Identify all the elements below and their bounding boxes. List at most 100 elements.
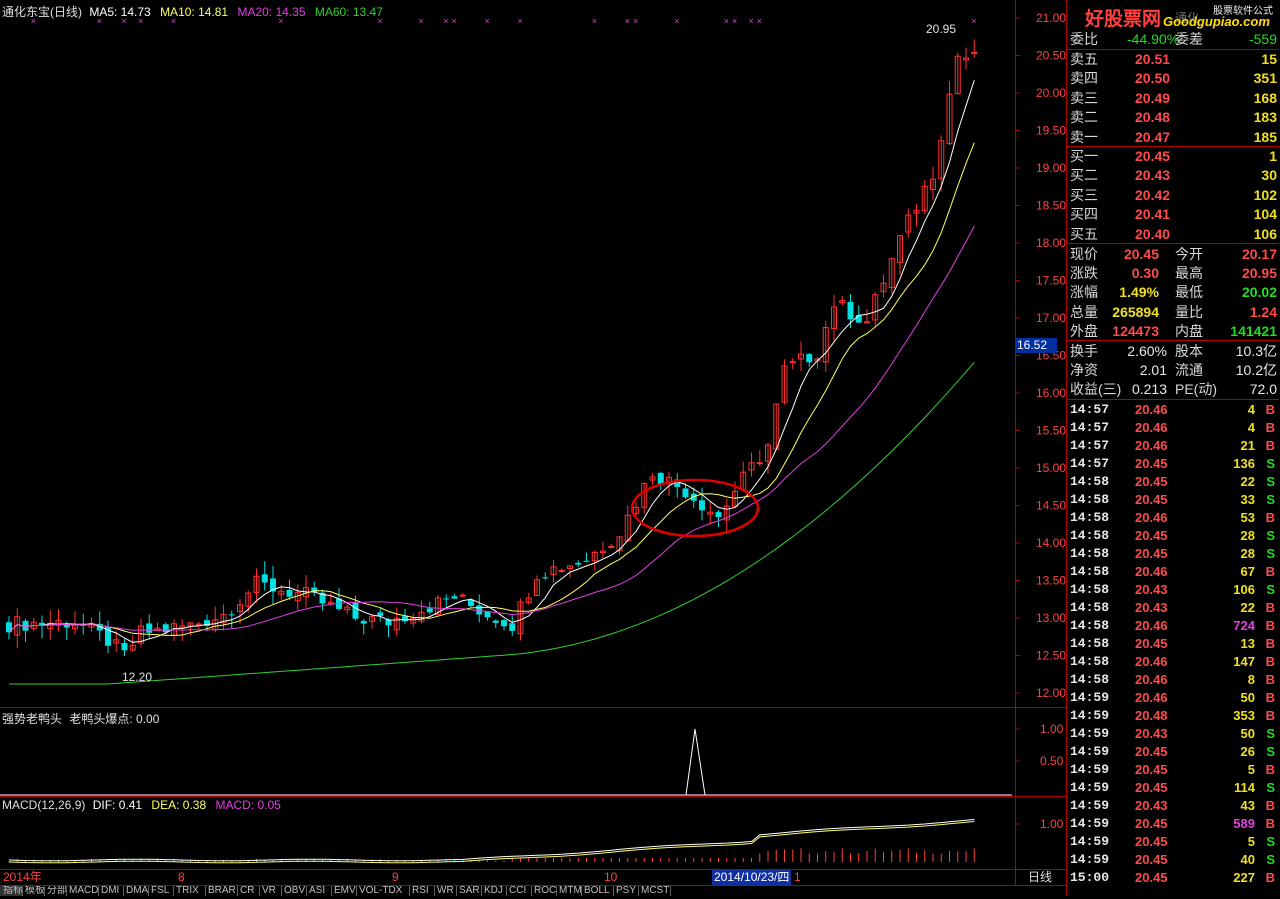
buy-level: 买四 20.41 104: [1069, 205, 1279, 223]
quote-value: 20.02: [1241, 284, 1277, 301]
quote-value: 20.17: [1241, 246, 1277, 262]
candle-down: [847, 301, 854, 320]
tab-模板[interactable]: 模板: [22, 886, 45, 896]
fundamental-value: 2.60%: [1127, 343, 1167, 359]
tick-volume: 353: [1233, 708, 1255, 723]
tab-sar[interactable]: SAR: [456, 886, 482, 896]
tick-price: 20.45: [1135, 474, 1168, 489]
tick-volume: 43: [1240, 798, 1255, 813]
candle-down: [583, 560, 590, 562]
tab-分部[interactable]: 分部: [44, 886, 67, 896]
low-price-label: 12.20: [122, 670, 153, 684]
watermark-brand: 好股票网: [1085, 9, 1162, 30]
tick-price: 20.45: [1135, 636, 1168, 651]
fundamental-value: 2.01: [1139, 362, 1167, 379]
tick-volume: 21: [1240, 438, 1255, 453]
tab-cr[interactable]: CR: [237, 886, 260, 896]
fundamental-label: 股本: [1175, 343, 1203, 359]
indicator-tabs: 指标 模板 分部 MACD DMI DMA FSL TRIX BRAR CR VR OBV ASI EMV…: [0, 886, 1066, 896]
tab-roc[interactable]: ROC: [531, 886, 557, 896]
candle-down: [451, 596, 458, 599]
tab-trix[interactable]: TRIX: [173, 886, 206, 896]
tab-asi[interactable]: ASI: [306, 886, 332, 896]
quote-value: 1.24: [1249, 303, 1277, 320]
signal-marker: ×: [732, 16, 737, 26]
tab-mcst[interactable]: MCST: [638, 886, 671, 896]
order-price: 20.40: [1135, 225, 1171, 242]
tick-row: 14:58 20.43 106 S: [1069, 581, 1279, 599]
high-price-label: 20.95: [926, 22, 957, 36]
tab-cci[interactable]: CCI: [506, 886, 532, 896]
candle-down: [509, 623, 516, 631]
tick-volume: 22: [1240, 600, 1255, 615]
candle-down: [377, 612, 384, 616]
tick-volume: 147: [1233, 654, 1255, 669]
tick-price: 20.46: [1135, 690, 1168, 705]
tick-time: 14:58: [1070, 510, 1110, 525]
tab-emv[interactable]: EMV: [331, 886, 357, 896]
tick-volume: 50: [1240, 690, 1255, 705]
tab-wr[interactable]: WR: [434, 886, 457, 896]
period-label[interactable]: 日线: [1028, 870, 1052, 885]
price-tick-label: 15.00: [1036, 461, 1066, 475]
tick-price: 20.45: [1135, 744, 1168, 759]
cursor-price: 16.52: [1017, 338, 1048, 352]
tab-obv[interactable]: OBV: [281, 886, 307, 896]
tab-mtm[interactable]: MTM: [556, 886, 582, 896]
order-volume: 102: [1253, 186, 1277, 203]
tab-macd[interactable]: MACD: [66, 886, 99, 896]
quote-label: 量比: [1175, 303, 1203, 320]
macd-dif: DIF: 0.41: [92, 798, 143, 812]
tick-side: S: [1266, 744, 1275, 759]
tick-price: 20.45: [1135, 762, 1168, 777]
tick-time: 14:59: [1070, 798, 1110, 813]
quote-value: 265894: [1112, 303, 1159, 320]
tick-side: B: [1265, 672, 1275, 687]
tick-row: 15:00 20.45 227 B: [1069, 869, 1279, 887]
tick-row: 14:59 20.43 50 S: [1069, 725, 1279, 743]
tick-time: 14:59: [1070, 708, 1110, 723]
tick-side: B: [1265, 618, 1275, 633]
tick-row: 14:59 20.45 589 B: [1069, 815, 1279, 833]
tick-time: 14:58: [1070, 582, 1110, 597]
candle-down: [542, 577, 549, 579]
month-8-label: 8: [178, 870, 185, 884]
tick-row: 14:59 20.43 43 B: [1069, 797, 1279, 815]
tick-volume: 5: [1247, 834, 1255, 849]
tick-time: 14:59: [1070, 816, 1110, 831]
order-label: 卖五: [1070, 51, 1098, 67]
price-tick-label: 20.00: [1036, 86, 1066, 100]
order-label: 买二: [1070, 167, 1098, 184]
sell-level: 卖五 20.51 15: [1069, 50, 1279, 68]
tab-brar[interactable]: BRAR: [205, 886, 238, 896]
quote-value: 20.95: [1241, 265, 1277, 282]
kline-chart-area[interactable]: × × × × × × × × × × × × × × × × × × × × × 21.00 20.50 20.00 19.…: [0, 0, 1066, 896]
tick-side: B: [1265, 708, 1275, 723]
tab-kdj[interactable]: KDJ: [481, 886, 507, 896]
quote-value: 1.49%: [1119, 284, 1159, 301]
tick-time: 14:58: [1070, 528, 1110, 543]
tick-price: 20.46: [1135, 654, 1168, 669]
tick-side: B: [1265, 438, 1275, 453]
tick-row: 14:59 20.48 353 B: [1069, 707, 1279, 725]
tick-time: 14:57: [1070, 402, 1110, 417]
tab-dmi[interactable]: DMI: [98, 886, 124, 896]
tab-fsl[interactable]: FSL: [148, 886, 174, 896]
fundamental-label: 净资: [1070, 362, 1098, 379]
tick-row: 14:58 20.46 147 B: [1069, 653, 1279, 671]
candle-down: [352, 602, 359, 619]
ma10-line: [8, 142, 975, 636]
tab-dma[interactable]: DMA: [123, 886, 149, 896]
tab-rsi[interactable]: RSI: [409, 886, 435, 896]
kline-chart[interactable]: × × × × × × × × × × × × × × × × × × × × × 21.0020.5020.0019.…: [0, 0, 1066, 896]
tab-boll[interactable]: BOLL: [581, 886, 614, 896]
order-label: 卖三: [1070, 89, 1098, 106]
tab-vr[interactable]: VR: [259, 886, 282, 896]
ma5-label: MA5: 14.73: [89, 5, 151, 19]
tab-指标[interactable]: 指标: [0, 886, 23, 896]
macd-dea-line: [8, 821, 975, 864]
tab-vol-tdx[interactable]: VOL-TDX: [356, 886, 410, 896]
tick-time: 14:57: [1070, 438, 1110, 453]
tick-price: 20.46: [1135, 402, 1168, 417]
tab-psy[interactable]: PSY: [613, 886, 639, 896]
